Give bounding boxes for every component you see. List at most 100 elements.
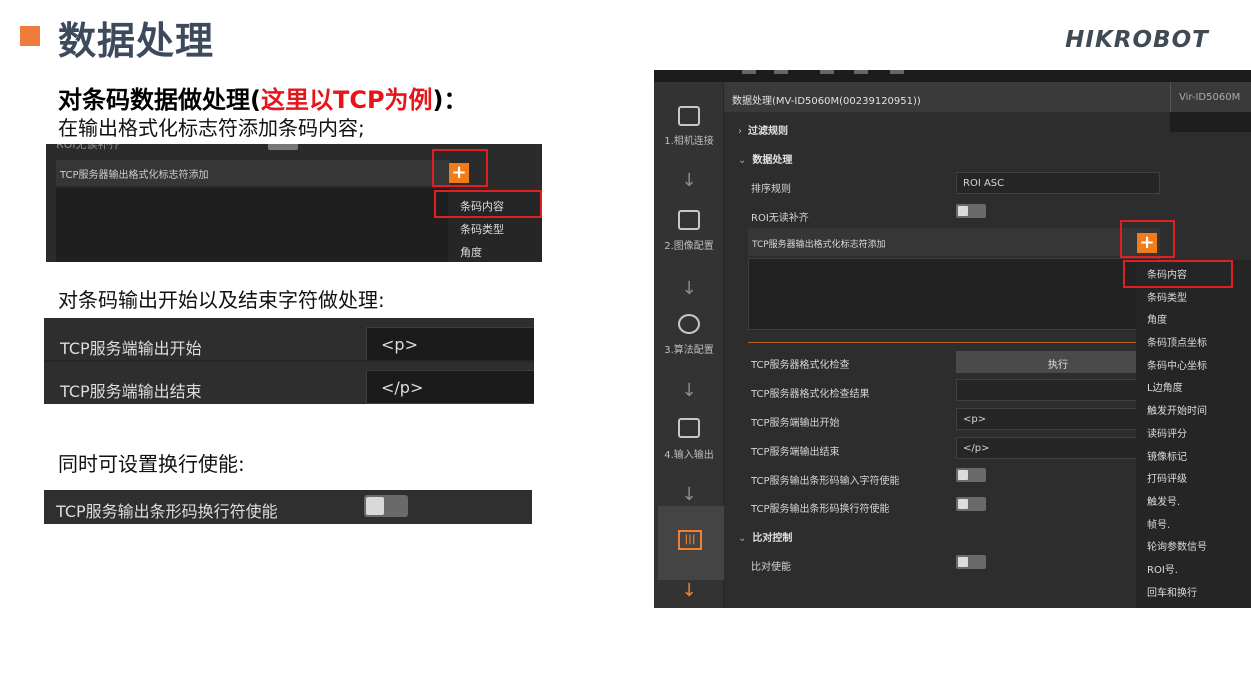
menu-item-angle[interactable]: 角度 <box>448 236 542 259</box>
newline-toggle[interactable] <box>956 497 986 511</box>
group-data-processing[interactable]: ⌄ 数据处理 <box>738 151 792 166</box>
format-check-button[interactable]: 执行 <box>956 351 1160 373</box>
algorithm-config-icon[interactable] <box>678 314 700 334</box>
heading-highlight: 这里以TCP为例 <box>260 86 433 114</box>
roi-fill-label-cut: ROI无读补齐 <box>56 144 120 151</box>
toggle-knob <box>958 499 968 509</box>
menu-item-read-score[interactable]: 读码评分 <box>1136 419 1251 442</box>
highlight-barcode-content <box>1123 260 1233 288</box>
format-result-label: TCP服务器格式化检查结果 <box>751 389 870 400</box>
highlight-barcode-content <box>434 190 542 218</box>
flow-arrow-icon: ↓ <box>681 170 697 191</box>
compare-enable-toggle[interactable] <box>956 555 986 569</box>
group-compare-control[interactable]: ⌄ 比对控制 <box>738 529 792 544</box>
flow-arrow-icon: ↓ <box>681 278 697 299</box>
sidebar-item-io[interactable]: 4.输入输出 <box>654 446 724 461</box>
menu-item-print-grade[interactable]: 打码评级 <box>1136 464 1251 487</box>
toggle-knob <box>958 470 968 480</box>
tcp-format-textarea[interactable] <box>748 258 1160 330</box>
section-heading: 对条码数据做处理(这里以TCP为例)： <box>58 80 468 115</box>
toolbar-icon-3[interactable] <box>820 70 834 74</box>
roi-fill-label: ROI无读补齐 <box>751 213 809 224</box>
toolbar-icon-4[interactable] <box>854 70 868 74</box>
instruction-start-end: 对条码输出开始以及结束字符做处理: <box>58 288 385 312</box>
row-divider <box>44 360 534 362</box>
tcp-format-textarea[interactable] <box>56 188 450 262</box>
menu-item-trigger-start-time[interactable]: 触发开始时间 <box>1136 396 1251 419</box>
group-filter-rules[interactable]: › 过滤规则 <box>738 122 788 137</box>
menu-item-crlf[interactable]: 回车和换行 <box>1136 578 1251 601</box>
flow-arrow-icon: ↓ <box>681 484 697 505</box>
menu-item-l-edge-angle[interactable]: L边角度 <box>1136 373 1251 396</box>
tcp-format-row: TCP服务器输出格式化标志符添加 <box>748 228 1160 256</box>
group-filter-label: 过滤规则 <box>748 126 788 137</box>
newline-label: TCP服务输出条形码换行符使能 <box>751 504 890 515</box>
chevron-down-icon: ⌄ <box>738 155 747 166</box>
output-start-field[interactable]: <p> <box>956 408 1160 430</box>
group-data-label: 数据处理 <box>752 155 793 166</box>
menu-item-center-coords[interactable]: 条码中心坐标 <box>1136 351 1251 374</box>
roi-fill-toggle[interactable] <box>956 204 986 218</box>
input-char-toggle[interactable] <box>956 468 986 482</box>
toolbar-icon-1[interactable] <box>742 70 756 74</box>
chevron-right-icon: › <box>738 126 742 137</box>
page-title: 数据处理 <box>58 19 215 63</box>
menu-item-frame-number[interactable]: 帧号. <box>1136 510 1251 533</box>
toggle-knob <box>958 557 968 567</box>
tab-vir-body <box>1170 112 1251 132</box>
highlight-add-button <box>1120 220 1175 258</box>
tcp-format-row: TCP服务器输出格式化标志符添加 <box>56 160 450 186</box>
group-compare-label: 比对控制 <box>752 533 793 544</box>
output-end-label: TCP服务端输出结束 <box>60 382 202 401</box>
image-config-icon[interactable] <box>678 210 700 230</box>
output-start-label: TCP服务端输出开始 <box>60 339 202 358</box>
menu-item-vertex-coords[interactable]: 条码顶点坐标 <box>1136 328 1251 351</box>
hikrobot-logo: HIKROBOT <box>1065 27 1209 53</box>
app-toolbar <box>654 70 1251 82</box>
sort-rule-select[interactable]: ROI ASC <box>956 172 1160 194</box>
chevron-down-icon: ⌄ <box>738 533 747 544</box>
camera-link-icon[interactable] <box>678 106 700 126</box>
newline-screenshot: TCP服务输出条形码换行符使能 <box>44 490 532 524</box>
toolbar-icon-5[interactable] <box>890 70 904 74</box>
newline-toggle[interactable] <box>364 495 408 517</box>
io-icon[interactable] <box>678 418 700 438</box>
instruction-format: 在输出格式化标志符添加条码内容; <box>58 116 365 140</box>
section-divider <box>748 342 1160 343</box>
output-end-field[interactable]: </p> <box>956 437 1160 459</box>
sidebar-item-camera[interactable]: 1.相机连接 <box>654 132 724 147</box>
newline-label: TCP服务输出条形码换行符使能 <box>56 502 278 521</box>
compare-enable-label: 比对使能 <box>751 562 791 573</box>
highlight-add-button <box>432 149 488 187</box>
menu-item-mirror-flag[interactable]: 镜像标记 <box>1136 442 1251 465</box>
toggle-knob <box>366 497 384 515</box>
toggle-knob <box>958 206 968 216</box>
output-start-field[interactable]: <p> <box>366 327 534 361</box>
menu-item-trigger-number[interactable]: 触发号. <box>1136 487 1251 510</box>
panel-title: 数据处理(MV-ID5060M(00239120951)) <box>724 82 1170 112</box>
heading-suffix: )： <box>432 86 468 114</box>
barcode-icon[interactable]: ||| <box>678 530 702 550</box>
instruction-newline: 同时可设置换行使能: <box>58 452 245 476</box>
output-start-label: TCP服务端输出开始 <box>751 418 840 429</box>
format-result-field[interactable] <box>956 379 1160 401</box>
app-screenshot: 1.相机连接 ↓ 2.图像配置 ↓ 3.算法配置 ↓ 4.输入输出 ↓ ||| … <box>654 70 1251 608</box>
sort-rule-label: 排序规则 <box>751 184 791 195</box>
menu-item-polling-signal[interactable]: 轮询参数信号 <box>1136 532 1251 555</box>
title-bullet <box>20 26 40 46</box>
menu-item-roi-number[interactable]: ROI号. <box>1136 555 1251 578</box>
start-end-screenshot: TCP服务端输出开始 <p> TCP服务端输出结束 </p> <box>44 318 534 404</box>
heading-prefix: 对条码数据做处理( <box>58 86 261 114</box>
format-check-label: TCP服务器格式化检查 <box>751 360 850 371</box>
toolbar-icon-2[interactable] <box>774 70 788 74</box>
output-end-field[interactable]: </p> <box>366 370 534 404</box>
sidebar-item-algorithm[interactable]: 3.算法配置 <box>654 341 724 356</box>
flow-arrow-icon: ↓ <box>681 380 697 401</box>
output-end-label: TCP服务端输出结束 <box>751 447 840 458</box>
format-flag-screenshot: ROI无读补齐 TCP服务器输出格式化标志符添加 + 条码内容 条码类型 角度 <box>46 144 542 262</box>
format-menu: 条码内容 条码类型 角度 条码顶点坐标 条码中心坐标 L边角度 触发开始时间 读… <box>1136 260 1251 608</box>
sidebar-item-image[interactable]: 2.图像配置 <box>654 237 724 252</box>
flow-arrow-orange-icon: ↓ <box>681 580 697 601</box>
menu-item-angle[interactable]: 角度 <box>1136 305 1251 328</box>
tab-vir-device[interactable]: Vir-ID5060M <box>1170 82 1251 112</box>
